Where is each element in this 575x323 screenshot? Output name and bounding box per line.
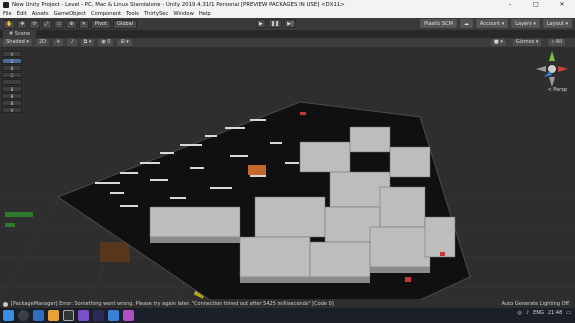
menu-window[interactable]: Window	[173, 11, 193, 17]
menu-file[interactable]: File	[3, 11, 12, 17]
search-icon[interactable]	[18, 310, 29, 321]
scene-tab-strip: # Scene	[0, 30, 575, 38]
tab-scene[interactable]: # Scene	[3, 30, 37, 38]
visual-studio-icon[interactable]	[78, 310, 89, 321]
scale-tool-button[interactable]: ⤢	[41, 19, 52, 29]
notifications-icon[interactable]: ▭	[566, 310, 571, 316]
status-bar: [PackageManager] Error: Something went w…	[0, 300, 575, 308]
overlay-tool-1[interactable]: Z	[2, 58, 22, 64]
hidden-objects-icon[interactable]: ◉ 0	[98, 39, 114, 46]
shading-mode-label: Shaded	[6, 39, 25, 45]
menu-edit[interactable]: Edit	[17, 11, 27, 17]
plastic-scm-button[interactable]: Plastic SCM	[420, 19, 457, 28]
layout-dropdown[interactable]: Layout ▾	[542, 19, 572, 28]
unity-logo-icon	[3, 2, 9, 8]
layers-label: Layers	[515, 20, 532, 27]
windows-start-icon[interactable]	[3, 310, 14, 321]
system-tray: ◎ ♪ ENG 21:48 ▭	[517, 310, 571, 316]
menu-gameobject[interactable]: GameObject	[54, 11, 86, 17]
2d-label: 2D	[38, 39, 46, 45]
play-controls: ▶ ❚❚ ▶|	[256, 19, 298, 28]
unity-editor: New Unity Project - Level - PC, Mac & Li…	[0, 0, 575, 323]
window-title: New Unity Project - Level - PC, Mac & Li…	[12, 2, 345, 8]
axis-gizmo-icon[interactable]	[534, 49, 570, 89]
overlay-tool-6[interactable]: B	[2, 93, 22, 99]
grid-toggle-icon[interactable]: ⊞ ▾	[117, 39, 132, 46]
camera-icon[interactable]: ■ ▾	[491, 39, 506, 46]
title-bar: New Unity Project - Level - PC, Mac & Li…	[0, 0, 575, 10]
transform-tool-button[interactable]: ⊕	[66, 19, 77, 29]
unity-taskbar-icon[interactable]	[63, 310, 74, 321]
menu-thirtysec[interactable]: ThirtySec	[144, 11, 168, 17]
rect-tool-button[interactable]: ▭	[53, 19, 65, 29]
scene-tab-label: Scene	[14, 31, 31, 37]
step-button[interactable]: ▶|	[284, 19, 296, 28]
menu-component[interactable]: Component	[91, 11, 121, 17]
scene-toolbar: Shaded ▾ 2D ☀ ♪ ⧉ ▾ ◉ 0 ⊞ ▾ ■ ▾ Gizmos ▾…	[0, 38, 575, 47]
overlay-tool-2[interactable]: B	[2, 65, 22, 71]
2d-toggle[interactable]: 2D	[35, 39, 49, 46]
hand-tool-button[interactable]: ✋	[3, 19, 16, 29]
account-label: Account	[479, 20, 501, 27]
maximize-button[interactable]: □	[523, 0, 549, 10]
play-button[interactable]: ▶	[256, 19, 266, 28]
gizmos-dropdown[interactable]: Gizmos ▾	[512, 39, 542, 46]
menu-help[interactable]: Help	[199, 11, 211, 17]
audio-toggle-icon[interactable]: ♪	[67, 39, 77, 46]
layers-dropdown[interactable]: Layers ▾	[511, 19, 540, 28]
layout-label: Layout	[546, 20, 564, 27]
scene-search-label: All	[555, 39, 562, 45]
file-explorer-icon[interactable]	[48, 310, 59, 321]
toolbar-right: Plastic SCM ☁ Account ▾ Layers ▾ Layout …	[420, 19, 572, 28]
scene-render	[0, 47, 575, 300]
volume-icon[interactable]: ♪	[526, 310, 529, 316]
onenote-icon[interactable]	[123, 310, 134, 321]
info-icon	[3, 301, 8, 307]
lighting-toggle-icon[interactable]: ☀	[52, 39, 64, 46]
menu-assets[interactable]: Assets	[32, 11, 49, 17]
network-icon[interactable]: ◎	[517, 310, 521, 316]
pivot-label: Pivot	[94, 21, 108, 27]
edge-icon[interactable]	[33, 310, 44, 321]
custom-tool-button[interactable]: ✕	[78, 19, 89, 29]
overlay-tool-7[interactable]: B	[2, 100, 22, 106]
clock[interactable]: 21:48	[548, 310, 562, 316]
scene-tab-icon: #	[9, 31, 14, 37]
window-controls: – □ ✕	[497, 0, 575, 10]
move-tool-button[interactable]: ✥	[17, 19, 28, 29]
status-right-text: Auto Generate Lighting Off	[501, 301, 569, 307]
close-button[interactable]: ✕	[549, 0, 575, 10]
shading-mode-dropdown[interactable]: Shaded ▾	[3, 39, 32, 46]
overlay-tool-5[interactable]: B	[2, 86, 22, 92]
menu-bar: File Edit Assets GameObject Component To…	[0, 10, 575, 18]
global-toggle[interactable]: Global	[113, 19, 138, 29]
plastic-label: Plastic SCM	[424, 20, 453, 27]
windows-taskbar: ◎ ♪ ENG 21:48 ▭	[0, 308, 575, 323]
cloud-icon[interactable]: ☁	[459, 19, 473, 28]
status-message[interactable]: [PackageManager] Error: Something went w…	[11, 301, 334, 307]
pivot-toggle[interactable]: Pivot	[90, 19, 112, 29]
scene-search-input[interactable]: ⌕ All	[548, 39, 565, 46]
account-dropdown[interactable]: Account ▾	[475, 19, 509, 28]
minimize-button[interactable]: –	[497, 0, 523, 10]
language-indicator[interactable]: ENG	[533, 310, 544, 316]
menu-tools[interactable]: Tools	[126, 11, 139, 17]
effects-dropdown-icon[interactable]: ⧉ ▾	[80, 39, 95, 46]
overlay-tool-4[interactable]	[2, 79, 22, 85]
scene-tool-overlay: V Z B C B B B V	[2, 51, 22, 114]
app-icon[interactable]	[93, 310, 104, 321]
persp-label[interactable]: < Persp	[547, 87, 567, 93]
gizmos-label: Gizmos	[515, 39, 535, 45]
main-toolbar: ✋ ✥ ⟳ ⤢ ▭ ⊕ ✕ Pivot Global ▶ ❚❚ ▶| Plast…	[0, 18, 575, 30]
word-icon[interactable]	[108, 310, 119, 321]
pause-button[interactable]: ❚❚	[267, 19, 283, 28]
scene-toolbar-right: ■ ▾ Gizmos ▾ ⌕ All	[491, 39, 569, 46]
overlay-tool-0[interactable]: V	[2, 51, 22, 57]
global-label: Global	[117, 21, 134, 27]
rotate-tool-button[interactable]: ⟳	[29, 19, 40, 29]
overlay-tool-3[interactable]: C	[2, 72, 22, 78]
scene-viewport[interactable]	[0, 47, 575, 300]
overlay-tool-8[interactable]: V	[2, 107, 22, 113]
